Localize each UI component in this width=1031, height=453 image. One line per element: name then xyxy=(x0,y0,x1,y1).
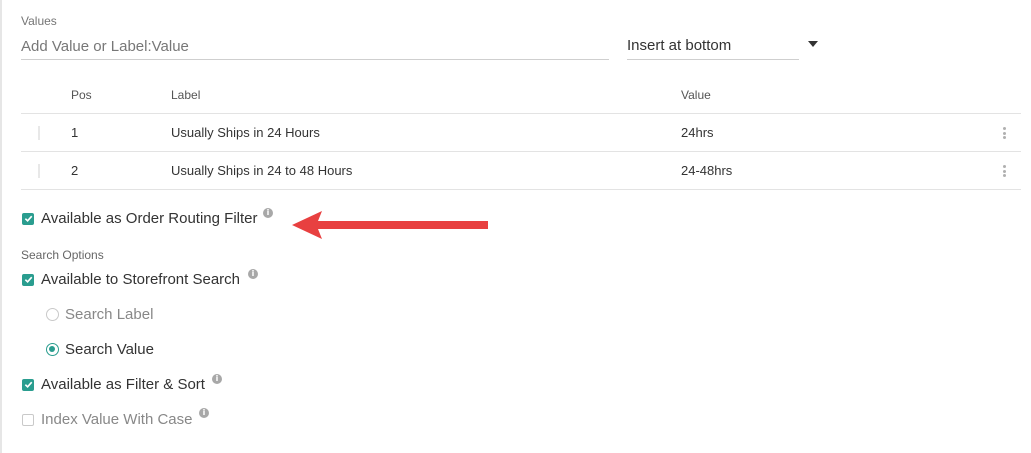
index-case-label: Index Value With Case xyxy=(41,411,193,428)
info-icon[interactable]: i xyxy=(263,208,273,218)
add-value-input[interactable] xyxy=(21,34,609,60)
panel-left-border xyxy=(0,0,2,453)
drag-handle-icon[interactable] xyxy=(38,164,40,178)
drag-handle-icon[interactable] xyxy=(38,126,40,140)
column-header-pos: Pos xyxy=(71,88,92,102)
order-routing-filter-label: Available as Order Routing Filter xyxy=(41,210,258,227)
index-case-checkbox[interactable] xyxy=(22,413,34,426)
column-header-label: Label xyxy=(171,88,201,102)
check-icon[interactable] xyxy=(22,378,34,391)
filter-sort-label: Available as Filter & Sort xyxy=(41,376,205,393)
search-value-radio-row[interactable]: Search Value xyxy=(46,341,154,358)
row-label: Usually Ships in 24 to 48 Hours xyxy=(171,163,353,178)
check-icon[interactable] xyxy=(22,273,34,286)
search-value-radio[interactable] xyxy=(46,343,59,356)
attribute-values-panel: Values Insert at bottom Pos Label Value … xyxy=(0,0,1031,453)
values-table: Pos Label Value 1 Usually Ships in 24 Ho… xyxy=(21,76,1021,190)
search-label-radio-label: Search Label xyxy=(65,306,154,323)
storefront-search-label: Available to Storefront Search xyxy=(41,271,241,288)
row-label: Usually Ships in 24 Hours xyxy=(171,125,320,140)
storefront-search-checkbox-row[interactable]: Available to Storefront Search xyxy=(22,271,240,288)
table-row[interactable]: 1 Usually Ships in 24 Hours 24hrs xyxy=(21,114,1021,152)
insert-position-select[interactable]: Insert at bottom xyxy=(627,34,799,60)
search-options-label: Search Options xyxy=(21,248,104,262)
filter-sort-checkbox-row[interactable]: Available as Filter & Sort xyxy=(22,376,205,393)
index-case-checkbox-row[interactable]: Index Value With Case xyxy=(22,411,192,428)
row-value: 24-48hrs xyxy=(681,163,733,178)
kebab-menu-icon[interactable] xyxy=(999,163,1009,179)
kebab-menu-icon[interactable] xyxy=(999,125,1009,141)
table-row[interactable]: 2 Usually Ships in 24 to 48 Hours 24-48h… xyxy=(21,152,1021,190)
row-pos: 1 xyxy=(71,125,79,140)
search-label-radio[interactable] xyxy=(46,308,59,321)
chevron-down-icon[interactable] xyxy=(808,41,818,47)
search-label-radio-row[interactable]: Search Label xyxy=(46,306,153,323)
row-value: 24hrs xyxy=(681,125,714,140)
info-icon[interactable]: i xyxy=(199,408,209,418)
search-value-radio-label: Search Value xyxy=(65,341,154,358)
check-icon[interactable] xyxy=(22,212,34,225)
table-header: Pos Label Value xyxy=(21,76,1021,114)
info-icon[interactable]: i xyxy=(212,374,222,384)
info-icon[interactable]: i xyxy=(248,269,258,279)
values-section-label: Values xyxy=(21,14,57,28)
column-header-value: Value xyxy=(681,88,711,102)
order-routing-filter-checkbox-row[interactable]: Available as Order Routing Filter xyxy=(22,210,258,227)
row-pos: 2 xyxy=(71,163,79,178)
arrow-annotation xyxy=(292,211,488,239)
